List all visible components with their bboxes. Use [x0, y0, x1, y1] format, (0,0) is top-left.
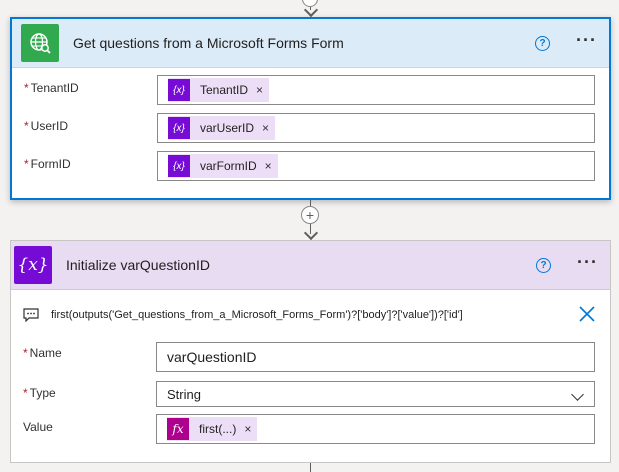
value-label: Value: [23, 420, 53, 434]
connector-middle-arrow: [303, 225, 319, 241]
initialize-variable-card[interactable]: {x} Initialize varQuestionID ? ··· first…: [10, 240, 611, 463]
userid-field[interactable]: {x} varUserID ×: [157, 113, 595, 143]
token-label: TenantID: [200, 83, 249, 97]
add-step-button[interactable]: +: [301, 206, 319, 224]
more-options-icon[interactable]: ···: [576, 31, 597, 51]
remove-token-icon[interactable]: ×: [244, 422, 251, 436]
help-icon[interactable]: ?: [535, 35, 551, 51]
forms-action-header[interactable]: Get questions from a Microsoft Forms For…: [12, 19, 609, 68]
remove-token-icon[interactable]: ×: [256, 83, 263, 97]
userid-label: * UserID: [24, 119, 69, 133]
name-field[interactable]: varQuestionID: [156, 342, 595, 372]
variable-icon: {x}: [168, 117, 190, 139]
forms-globe-icon: [21, 24, 59, 62]
variable-icon: {x}: [14, 246, 52, 284]
comment-icon: [23, 308, 39, 322]
remove-token-icon[interactable]: ×: [262, 121, 269, 135]
value-token[interactable]: fx first(...) ×: [167, 417, 258, 441]
connector-bottom: [310, 463, 311, 472]
close-icon[interactable]: [578, 305, 596, 323]
initialize-variable-title: Initialize varQuestionID: [66, 257, 210, 273]
type-label: * Type: [23, 386, 56, 400]
comment-text: first(outputs('Get_questions_from_a_Micr…: [51, 309, 463, 321]
formid-field[interactable]: {x} varFormID ×: [157, 151, 595, 181]
expression-icon: fx: [167, 418, 189, 440]
token-label: first(...): [199, 422, 237, 436]
forms-action-card[interactable]: Get questions from a Microsoft Forms For…: [10, 17, 611, 200]
tenantid-field[interactable]: {x} TenantID ×: [157, 75, 595, 105]
formid-label: * FormID: [24, 157, 71, 171]
formid-token[interactable]: {x} varFormID ×: [168, 154, 278, 178]
comment-row: first(outputs('Get_questions_from_a_Micr…: [23, 305, 598, 325]
name-label: * Name: [23, 346, 62, 360]
forms-action-title: Get questions from a Microsoft Forms For…: [73, 35, 344, 51]
help-icon[interactable]: ?: [536, 257, 552, 273]
remove-token-icon[interactable]: ×: [265, 159, 272, 173]
token-label: varFormID: [200, 159, 257, 173]
type-dropdown[interactable]: String: [156, 381, 595, 407]
variable-icon: {x}: [168, 155, 190, 177]
more-options-icon[interactable]: ···: [577, 253, 598, 273]
value-field[interactable]: fx first(...) ×: [156, 414, 595, 444]
chevron-down-icon: [571, 388, 584, 401]
userid-token[interactable]: {x} varUserID ×: [168, 116, 276, 140]
initialize-variable-header[interactable]: {x} Initialize varQuestionID ? ···: [11, 241, 610, 290]
token-label: varUserID: [200, 121, 255, 135]
tenantid-label: * TenantID: [24, 81, 79, 95]
variable-icon: {x}: [168, 79, 190, 101]
name-value: varQuestionID: [167, 349, 257, 365]
type-value: String: [167, 386, 201, 402]
tenantid-token[interactable]: {x} TenantID ×: [168, 78, 270, 102]
